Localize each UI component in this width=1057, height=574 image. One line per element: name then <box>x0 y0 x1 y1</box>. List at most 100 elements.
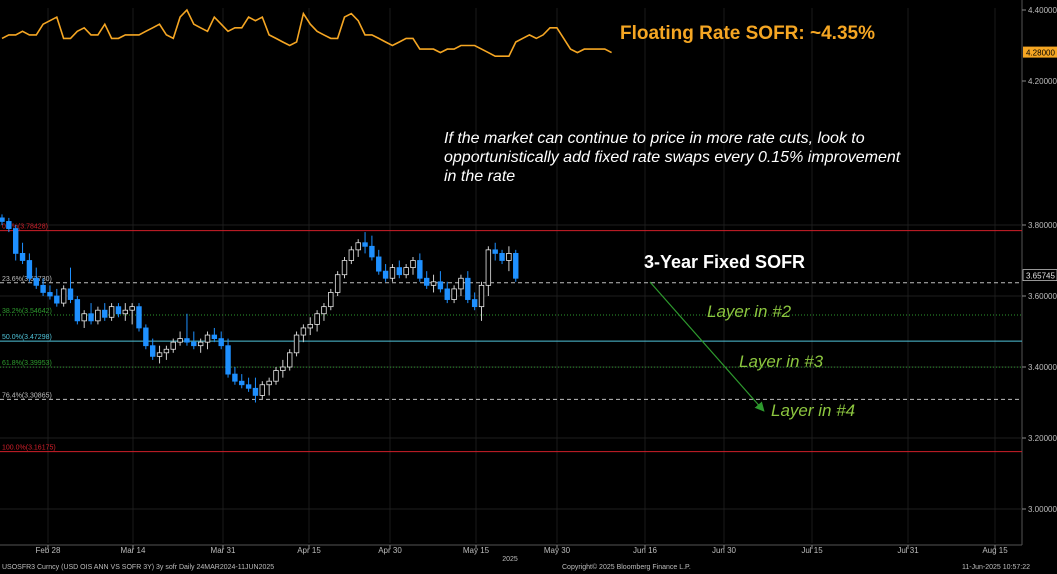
candle-body <box>211 334 218 339</box>
candle <box>328 288 334 311</box>
x-tick-label: Jul 15 <box>801 546 823 555</box>
candle <box>389 264 396 282</box>
candle <box>513 249 519 282</box>
x-tick-label: Mar 31 <box>211 546 236 555</box>
candle <box>81 310 87 328</box>
candle <box>191 331 197 350</box>
candle <box>60 285 67 307</box>
candle <box>143 324 149 350</box>
fib-level-label: 61.8%(3.39953) <box>2 360 52 367</box>
float-y-tick-label: 4.40000 <box>1028 6 1057 15</box>
fib-level-label: 76.4%(3.30865) <box>2 392 52 399</box>
floating-sofr-title: Floating Rate SOFR: ~4.35% <box>620 23 875 44</box>
candle-body <box>40 284 46 293</box>
candle-body <box>286 352 293 368</box>
candle <box>444 281 450 304</box>
candle <box>382 264 389 282</box>
fixed-y-tick-label: 3.60000 <box>1028 292 1057 301</box>
candle <box>12 225 19 261</box>
candle-body <box>218 338 224 347</box>
candle-body <box>225 345 231 375</box>
candle <box>163 345 170 360</box>
candle-body <box>259 384 265 396</box>
candle <box>122 303 128 321</box>
candle-body <box>204 334 211 343</box>
x-year-label: 2025 <box>502 556 518 563</box>
candle-body <box>458 277 464 290</box>
chart-canvas: 4.40000 4.20000 3.80000 3.60000 3.40000 3.200… <box>0 0 1057 563</box>
candle-body <box>314 313 320 325</box>
candle-body <box>88 313 94 322</box>
candle-body <box>245 384 252 389</box>
fixed-y-tick-label: 3.80000 <box>1028 221 1057 230</box>
candle <box>286 349 293 371</box>
candle <box>232 367 238 385</box>
candle-body <box>307 323 313 329</box>
fib-level-label: 50.0%(3.47298) <box>2 334 52 341</box>
float-last-value-label: 4.28000 <box>1026 49 1055 58</box>
x-tick-label: Aug 15 <box>982 546 1008 555</box>
candle <box>492 242 498 261</box>
candle-body <box>197 341 204 347</box>
candle-body <box>410 260 416 268</box>
candle-body <box>163 348 170 354</box>
candle <box>334 271 341 296</box>
candle <box>300 324 307 343</box>
candle-body <box>389 267 396 279</box>
fixed-y-tick-label: 3.20000 <box>1028 434 1057 443</box>
candle <box>184 313 190 346</box>
x-tick-label: Jun 16 <box>633 546 658 555</box>
candle <box>423 271 430 289</box>
candle <box>499 249 505 265</box>
candle-body <box>81 313 87 322</box>
candle <box>108 303 115 321</box>
candle-body <box>156 352 163 357</box>
candle <box>54 288 60 307</box>
candle <box>211 327 218 343</box>
float-y-tick-label: 4.20000 <box>1028 77 1057 86</box>
candle-body <box>506 252 512 261</box>
candle <box>26 253 33 282</box>
candle-body <box>102 309 108 318</box>
candle-body <box>33 277 39 286</box>
x-tick-label: Apr 30 <box>378 546 402 555</box>
candle-body <box>67 288 74 300</box>
x-tick-label: Feb 28 <box>36 546 61 555</box>
candle <box>314 310 320 332</box>
candle <box>485 246 492 296</box>
candle-body <box>362 242 368 247</box>
candle-body <box>451 288 457 300</box>
candle-body <box>430 281 437 286</box>
candle <box>376 249 382 275</box>
fib-level-label: 100.0%(3.16175) <box>2 445 56 452</box>
candle-body <box>417 260 423 279</box>
candle <box>465 271 471 304</box>
x-tick-label: May 15 <box>463 546 490 555</box>
candle-body <box>437 281 444 290</box>
candle <box>149 338 156 360</box>
candle <box>403 264 409 279</box>
candle <box>417 253 423 282</box>
candle-body <box>12 228 19 254</box>
candle <box>273 367 279 385</box>
candle <box>369 235 375 261</box>
candle-body <box>108 306 115 318</box>
fixed-last-value-label: 3.65745 <box>1026 272 1055 281</box>
candle <box>355 239 361 257</box>
candle <box>102 303 108 321</box>
candle <box>67 267 74 304</box>
candle <box>430 274 437 293</box>
fixed-y-tick-label: 3.00000 <box>1028 505 1057 514</box>
fixed-y-tick-label: 3.40000 <box>1028 363 1057 372</box>
candle-body <box>328 292 334 308</box>
candle-body <box>26 260 33 279</box>
fixed-sofr-title: 3-Year Fixed SOFR <box>644 252 806 272</box>
candle-body <box>177 338 183 343</box>
candle <box>33 267 39 289</box>
candle-body <box>184 338 190 343</box>
candle-body <box>273 370 279 382</box>
candle <box>321 303 327 321</box>
candle-body <box>252 387 259 396</box>
candle <box>506 246 512 272</box>
candle-body <box>60 288 67 304</box>
